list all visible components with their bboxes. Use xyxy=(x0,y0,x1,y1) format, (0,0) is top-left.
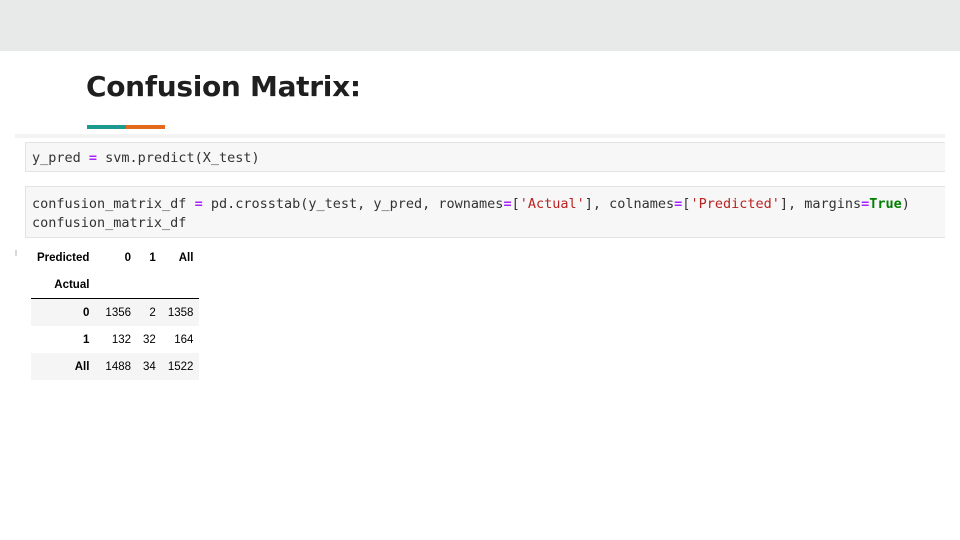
table-row: All 1488 34 1522 xyxy=(31,353,200,380)
table-cell: 1358 xyxy=(167,306,194,319)
slide-title: Confusion Matrix: xyxy=(86,70,361,103)
code-token: True xyxy=(869,196,902,212)
table-cell: 1522 xyxy=(167,360,194,373)
index-name-header: Actual xyxy=(31,271,100,299)
code-token: pd.crosstab(y_test, y_pred, rownames xyxy=(202,196,504,212)
row-label: 1 xyxy=(83,333,90,346)
row-label: 0 xyxy=(83,306,90,319)
code-cell-predict[interactable]: y_pred = svm.predict(X_test) xyxy=(25,142,945,172)
table-cell: 34 xyxy=(143,360,156,373)
code-token: = xyxy=(88,150,98,166)
column-header: All xyxy=(178,251,194,264)
table-cell: 2 xyxy=(149,306,156,319)
table-row: 1 132 32 164 xyxy=(31,326,199,353)
code-token: = xyxy=(194,196,203,212)
table-header-row: Predicted 0 1 All xyxy=(31,244,199,271)
code-token: ], colnames xyxy=(584,196,675,212)
columns-name-header: Predicted xyxy=(37,251,90,264)
code-token: 'Actual' xyxy=(519,196,585,212)
table-cell: 32 xyxy=(143,333,156,346)
code-token: confusion_matrix_df xyxy=(32,196,195,212)
column-header: 1 xyxy=(149,251,156,264)
table-row: 0 1356 2 1358 xyxy=(31,298,200,326)
table-cell: 1356 xyxy=(105,306,132,319)
top-band xyxy=(0,0,960,51)
title-accent-teal xyxy=(87,125,126,129)
table-cell: 164 xyxy=(174,333,194,346)
code-cell-crosstab[interactable]: confusion_matrix_df = pd.crosstab(y_test… xyxy=(25,186,945,238)
code-token: [ xyxy=(511,196,520,212)
code-token: 'Predicted' xyxy=(690,196,780,212)
code-token: y_pred xyxy=(32,150,89,166)
notebook-top-border xyxy=(15,134,945,138)
code-token: = xyxy=(503,196,512,212)
title-accent-orange xyxy=(126,125,165,129)
code-token: svm.predict(X_test) xyxy=(97,150,260,166)
output-prompt-marker xyxy=(15,250,17,256)
table-cell: 1488 xyxy=(105,360,132,373)
table-cell: 132 xyxy=(111,333,132,346)
column-header: 0 xyxy=(124,251,132,264)
index-name-row: Actual xyxy=(31,271,200,299)
code-token: ], margins xyxy=(779,196,862,212)
confusion-matrix-table: Predicted 0 1 All Actual 0 1356 2 1358 1 xyxy=(31,244,200,380)
row-label: All xyxy=(74,360,90,373)
notebook-screenshot: y_pred = svm.predict(X_test) confusion_m… xyxy=(15,134,945,380)
